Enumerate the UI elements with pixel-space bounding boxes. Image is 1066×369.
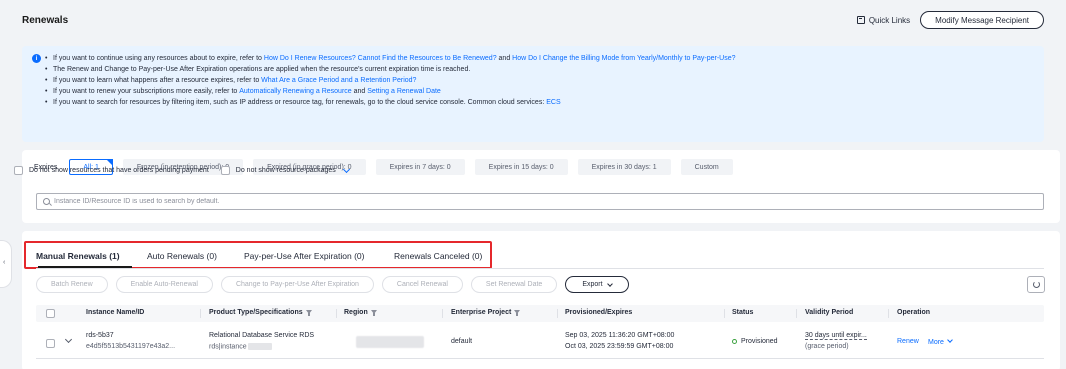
- info-text: If you want to continue using any resour…: [53, 55, 264, 62]
- link-ecs[interactable]: ECS: [546, 99, 560, 106]
- search-icon: [43, 198, 50, 205]
- table-row: rds-5b37 e4d5f5513b5431197e43a2... Relat…: [36, 325, 1044, 359]
- search-box[interactable]: [36, 193, 1044, 210]
- link-auto-renewing[interactable]: Automatically Renewing a Resource: [239, 88, 351, 95]
- bullet: •: [45, 66, 48, 73]
- checkbox-hide-resource-packages[interactable]: Do not show resource packages: [220, 165, 350, 175]
- tab-manual-renewals[interactable]: Manual Renewals (1): [36, 251, 120, 261]
- renew-link[interactable]: Renew: [897, 338, 919, 345]
- filter-checkboxes: Do not show resources that have orders p…: [14, 165, 350, 175]
- info-line-1: i • If you want to continue using any re…: [32, 53, 1034, 64]
- refresh-button[interactable]: [1027, 276, 1045, 293]
- more-dropdown[interactable]: More: [928, 337, 953, 346]
- export-label: Export: [582, 281, 603, 288]
- product-spec: rds|instance: [209, 343, 272, 350]
- link-setting-renewal-date[interactable]: Setting a Renewal Date: [367, 88, 441, 95]
- chip-expires-7-days[interactable]: Expires in 7 days: 0: [375, 159, 465, 175]
- bullet: •: [45, 88, 48, 95]
- page-title: Renewals: [22, 14, 69, 26]
- collapse-handle[interactable]: ‹: [0, 240, 12, 288]
- column-product-type: Product Type/Specifications: [209, 309, 312, 316]
- expires-time: Oct 03, 2025 23:59:59 GMT+08:00: [565, 343, 674, 350]
- info-line-4: • If you want to renew your subscription…: [32, 86, 1034, 97]
- status-dot-icon: [732, 338, 737, 344]
- column-provisioned-expires: Provisioned/Expires: [565, 309, 633, 316]
- export-button[interactable]: Export: [565, 276, 629, 293]
- checkbox[interactable]: [220, 166, 230, 175]
- tab-pay-per-use-after-expiration[interactable]: Pay-per-Use After Expiration (0): [244, 251, 364, 261]
- info-line-3: • If you want to learn what happens afte…: [32, 75, 1034, 86]
- info-icon: i: [32, 54, 41, 63]
- search-input[interactable]: [54, 198, 1043, 205]
- chip-expires-30-days[interactable]: Expires in 30 days: 1: [577, 159, 671, 175]
- checkbox-label: Do not show resources that have orders p…: [29, 167, 209, 174]
- redacted-mask: [247, 343, 272, 350]
- region-redacted: [356, 336, 424, 348]
- renewal-tabs: Manual Renewals (1) Auto Renewals (0) Pa…: [24, 241, 492, 269]
- page-header: Renewals Quick Links Modify Message Reci…: [0, 0, 1066, 40]
- select-all-checkbox[interactable]: [46, 309, 55, 318]
- checkbox-label: Do not show resource packages: [235, 167, 336, 174]
- column-instance-name: Instance Name/ID: [86, 309, 145, 316]
- set-renewal-date-button[interactable]: Set Renewal Date: [470, 276, 558, 293]
- tab-divider: [36, 268, 1044, 269]
- table-header: Instance Name/ID Product Type/Specificat…: [36, 305, 1044, 322]
- link-grace-retention-period[interactable]: What Are a Grace Period and a Retention …: [261, 77, 416, 84]
- bookmark-icon: [856, 16, 865, 24]
- tab-renewals-canceled[interactable]: Renewals Canceled (0): [394, 251, 482, 261]
- info-line-2: • The Renew and Change to Pay-per-Use Af…: [32, 64, 1034, 75]
- info-line-5: • If you want to search for resources by…: [32, 97, 1034, 108]
- link-change-billing-mode[interactable]: How Do I Change the Billing Mode from Ye…: [512, 55, 735, 62]
- status-badge: Provisioned: [732, 338, 778, 345]
- info-text: and: [351, 88, 368, 95]
- filter-icon[interactable]: [370, 309, 377, 316]
- validity-period[interactable]: 30 days until expir...: [805, 332, 867, 340]
- info-text: If you want to learn what happens after …: [53, 77, 262, 84]
- column-operation: Operation: [897, 309, 931, 316]
- cancel-renewal-button[interactable]: Cancel Renewal: [381, 276, 463, 293]
- bullet: •: [45, 55, 48, 62]
- batch-renew-button[interactable]: Batch Renew: [36, 276, 108, 293]
- chevron-left-icon: ‹: [3, 259, 6, 266]
- checkbox-hide-pending-orders[interactable]: Do not show resources that have orders p…: [14, 166, 209, 175]
- enterprise-project: default: [451, 338, 473, 345]
- validity-period-note: (grace period): [805, 343, 849, 350]
- chip-expires-15-days[interactable]: Expires in 15 days: 0: [474, 159, 568, 175]
- table-toolbar: Batch Renew Enable Auto-Renewal Change t…: [36, 276, 629, 293]
- modify-message-recipient-button[interactable]: Modify Message Recipient: [920, 11, 1044, 29]
- info-notice: i • If you want to continue using any re…: [22, 46, 1044, 142]
- checkbox[interactable]: [14, 166, 23, 175]
- chevron-down-icon: [606, 280, 613, 287]
- info-text: and: [496, 55, 513, 62]
- info-text: The Renew and Change to Pay-per-Use Afte…: [53, 66, 471, 73]
- chevron-down-icon[interactable]: [342, 165, 350, 173]
- quick-links-label: Quick Links: [868, 15, 911, 25]
- info-text: If you want to search for resources by f…: [53, 99, 547, 106]
- column-validity-period: Validity Period: [805, 309, 854, 316]
- quick-links-button[interactable]: Quick Links: [856, 15, 911, 25]
- instance-name: rds-5b37: [86, 332, 114, 339]
- chevron-down-icon: [947, 337, 953, 343]
- bullet: •: [45, 99, 48, 106]
- filter-icon[interactable]: [305, 309, 312, 316]
- link-renew-resources[interactable]: How Do I Renew Resources? Cannot Find th…: [264, 55, 497, 62]
- provisioned-time: Sep 03, 2025 11:36:20 GMT+08:00: [565, 332, 675, 339]
- expand-row-icon[interactable]: [64, 335, 73, 344]
- info-text: If you want to renew your subscriptions …: [53, 88, 240, 95]
- instance-id: e4d5f5513b5431197e43a2...: [86, 343, 176, 350]
- row-checkbox[interactable]: [46, 339, 55, 348]
- tab-auto-renewals[interactable]: Auto Renewals (0): [147, 251, 217, 261]
- chip-custom[interactable]: Custom: [680, 159, 733, 175]
- product-type: Relational Database Service RDS: [209, 332, 315, 339]
- column-region: Region: [344, 309, 377, 316]
- bullet: •: [45, 77, 48, 84]
- refresh-icon: [1032, 281, 1040, 288]
- filter-panel: Expires All: 1 Frozen (in retention peri…: [22, 150, 1060, 223]
- change-to-pay-per-use-button[interactable]: Change to Pay-per-Use After Expiration: [220, 276, 374, 293]
- column-status: Status: [732, 309, 754, 316]
- header-actions: Quick Links Modify Message Recipient: [856, 11, 1044, 29]
- enable-auto-renewal-button[interactable]: Enable Auto-Renewal: [115, 276, 213, 293]
- filter-icon[interactable]: [514, 309, 521, 316]
- column-enterprise-project: Enterprise Project: [451, 309, 521, 316]
